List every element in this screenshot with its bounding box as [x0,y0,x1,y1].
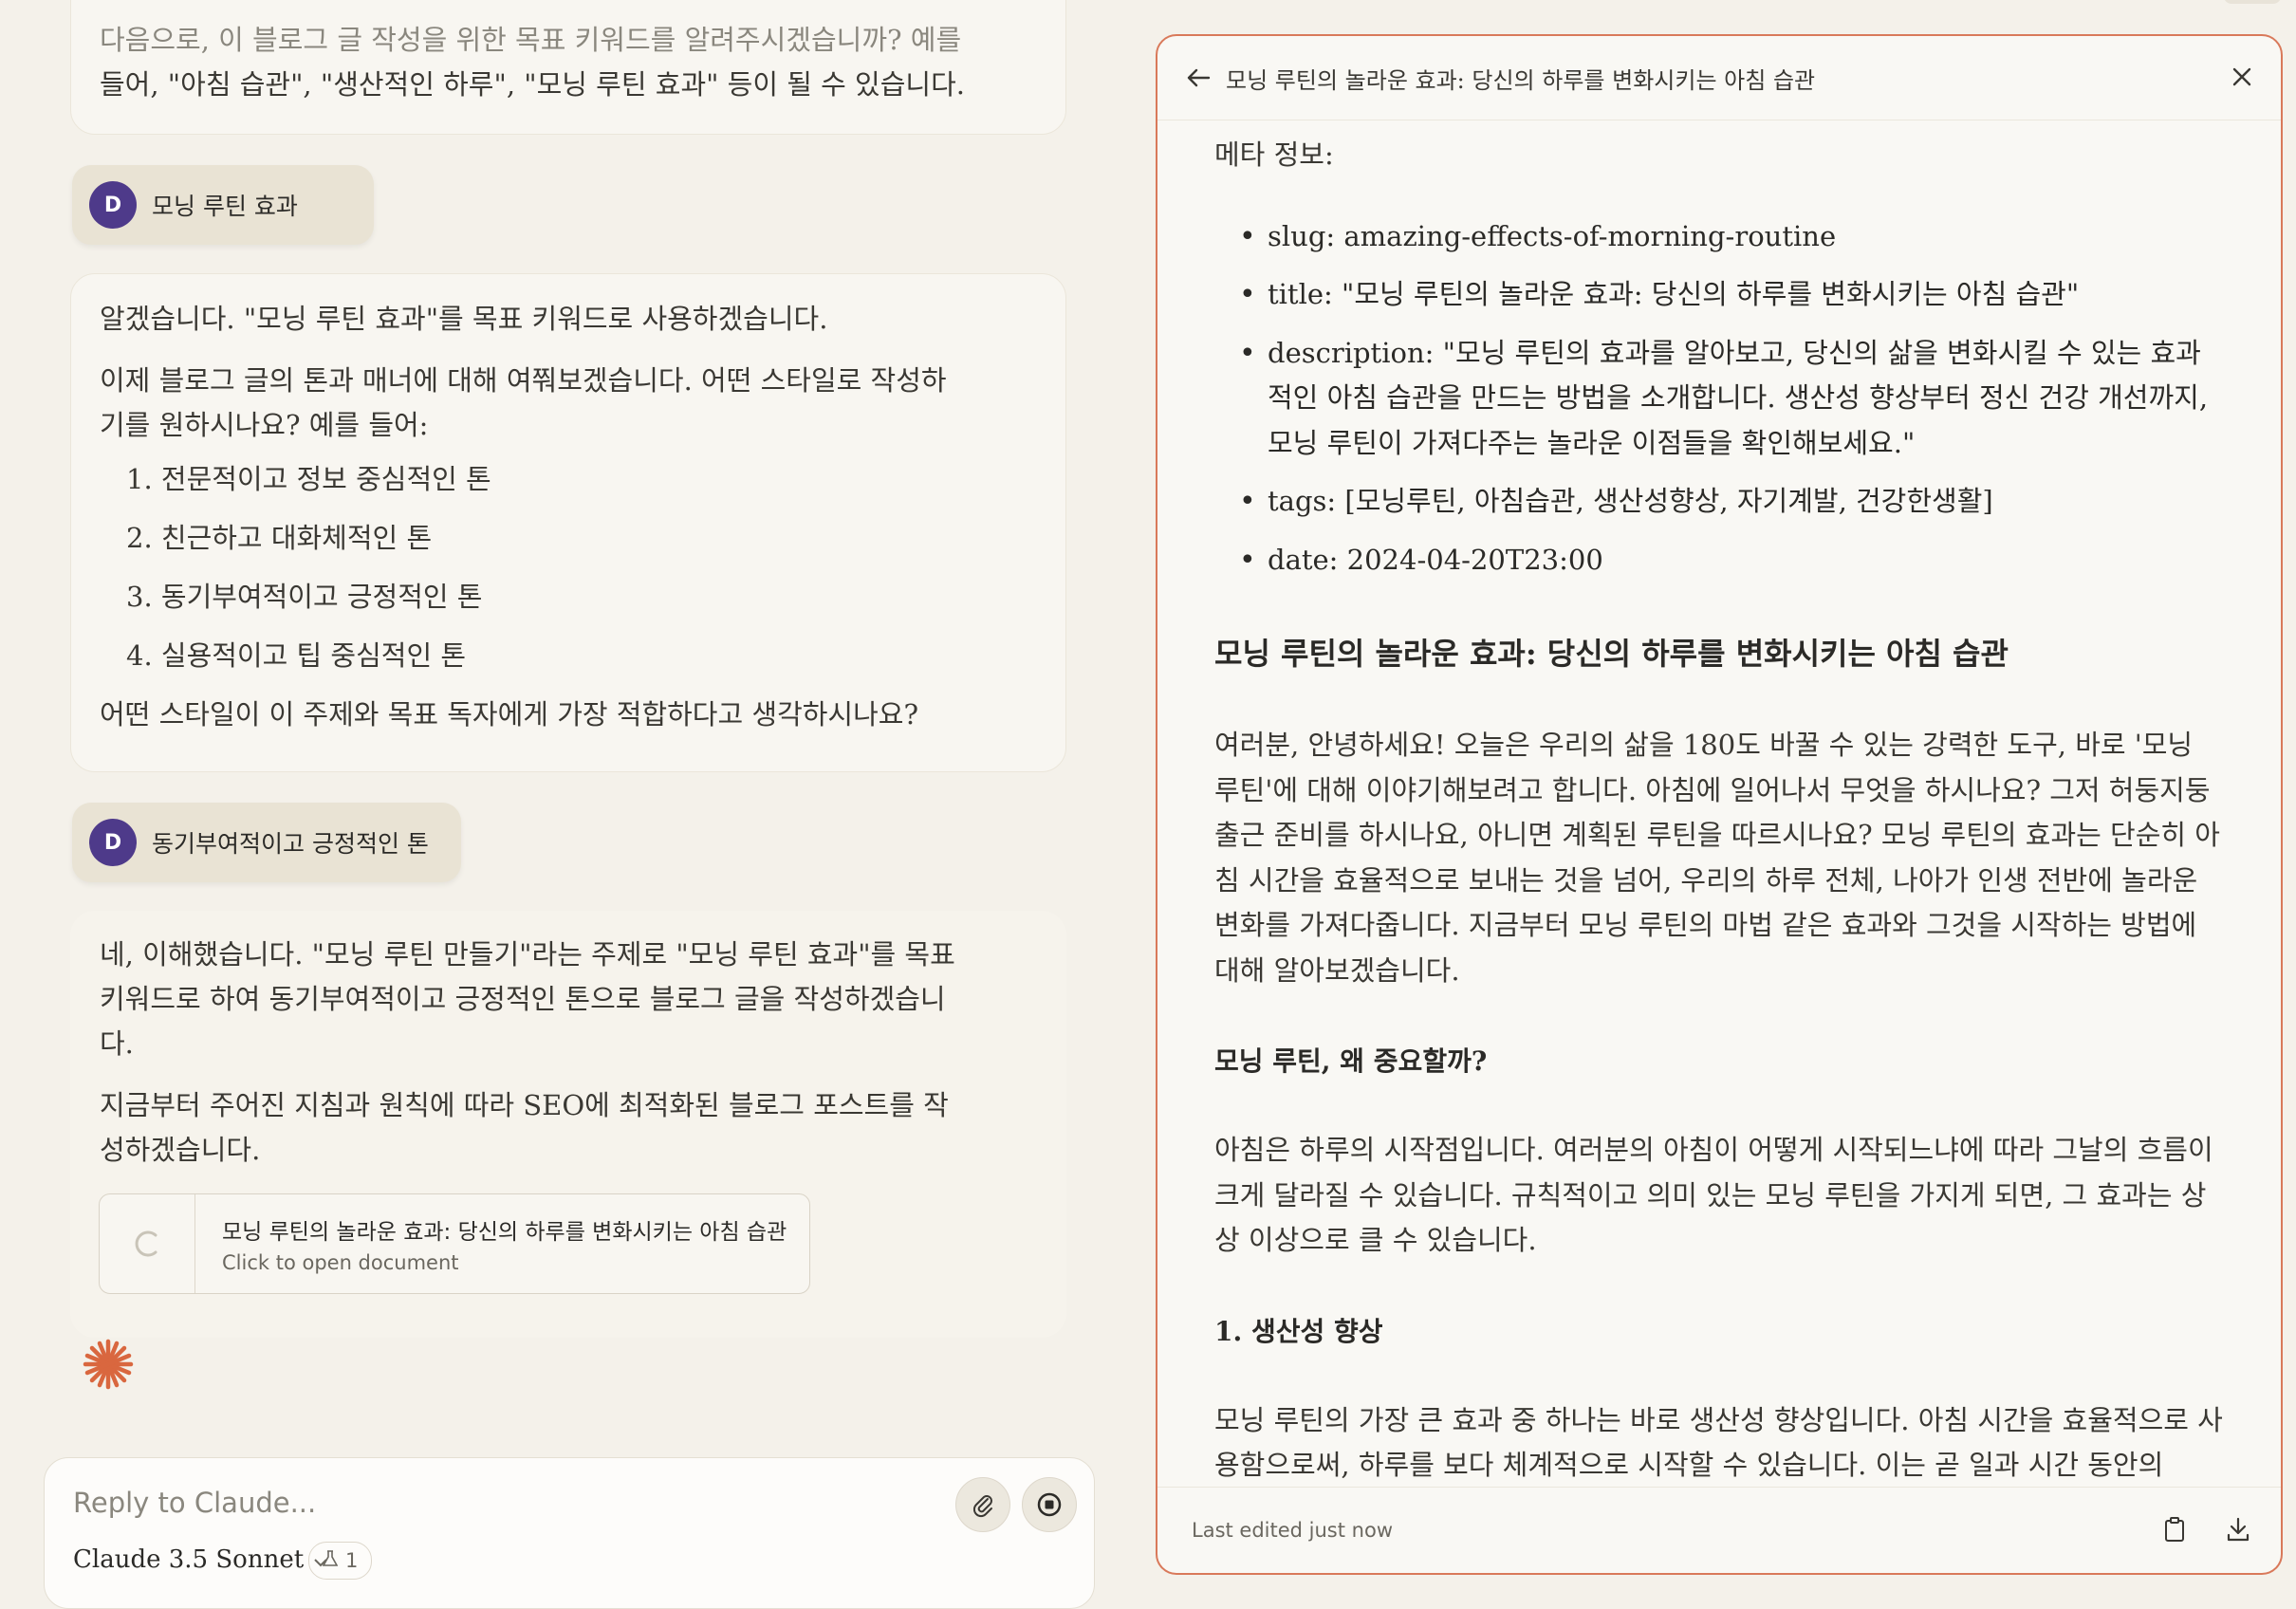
message-line: 이제 블로그 글의 톤과 매너에 대해 여쭤보겠습니다. 어떤 스타일로 작성하 [100,364,947,397]
user-message: D 모닝 루틴 효과 [72,165,374,245]
article-heading: 모닝 루틴의 놀라운 효과: 당신의 하루를 변화시키는 아침 습관 [1214,636,2009,672]
user-message-text: 모닝 루틴 효과 [152,193,298,220]
stop-button[interactable] [1022,1477,1077,1532]
flask-icon [322,1549,339,1572]
close-icon[interactable] [2231,66,2252,87]
reply-input-box[interactable]: Reply to Claude... Claude 3.5 Sonnet 1 [44,1457,1095,1609]
message-line: 다. [100,1027,134,1060]
user-avatar: D [89,181,137,229]
back-arrow-icon[interactable] [1186,67,1211,88]
meta-list: slug: amazing-effects-of-morning-routine… [1214,214,2224,583]
article-paragraph: 여러분, 안녕하세요! 오늘은 우리의 삶을 180도 바꿀 수 있는 강력한 … [1214,729,2220,987]
tone-options-list: 1. 전문적이고 정보 중심적인 톤 2. 친근하고 대화체적인 톤 3. 동기… [100,457,1065,678]
reply-input[interactable]: Reply to Claude... [73,1487,316,1519]
artifact-title: 모닝 루틴의 놀라운 효과: 당신의 하루를 변화시키는 아침 습관 [1226,66,1816,94]
meta-item: title: "모닝 루틴의 놀라운 효과: 당신의 하루를 변화시키는 아침 … [1214,272,2224,318]
message-line: 기를 원하시나요? 예를 들어: [100,409,429,441]
message-line: 키워드로 하여 동기부여적이고 긍정적인 톤으로 블로그 글을 작성하겠습니 [100,983,946,1015]
article-paragraph: 아침은 하루의 시작점입니다. 여러분의 아침이 어떻게 시작되느냐에 따라 그… [1214,1134,2213,1256]
assistant-message: 다음으로, 이 블로그 글 작성을 위한 목표 키워드를 알려주시겠습니까? 예… [70,0,1066,135]
document-card-title: 모닝 루틴의 놀라운 효과: 당신의 하루를 변화시키는 아침 습관 [222,1220,787,1245]
message-line: 지금부터 주어진 지침과 원칙에 따라 SEO에 최적화된 블로그 포스트를 작 [100,1089,949,1121]
section-heading: 1. 생산성 향상 [1214,1315,1383,1347]
meta-item: tags: [모닝루틴, 아침습관, 생산성향상, 자기계발, 건강한생활] [1214,479,2224,525]
meta-item: description: "모닝 루틴의 효과를 알아보고, 당신의 삶을 변화… [1214,331,2224,467]
loading-spinner-icon [100,1194,195,1293]
download-icon[interactable] [2226,1516,2250,1543]
section-heading: 모닝 루틴, 왜 중요할까? [1214,1045,1488,1077]
model-selector[interactable]: Claude 3.5 Sonnet [73,1545,328,1574]
attach-button[interactable] [955,1477,1010,1532]
tone-option: 2. 친근하고 대화체적인 톤 [126,522,433,554]
project-knowledge-badge[interactable]: 1 [308,1542,373,1580]
artifact-document-card[interactable]: 모닝 루틴의 놀라운 효과: 당신의 하루를 변화시키는 아침 습관 Click… [99,1193,810,1294]
tone-option: 3. 동기부여적이고 긍정적인 톤 [126,581,483,613]
tone-option: 4. 실용적이고 팁 중심적인 톤 [126,639,467,672]
paperclip-icon [972,1495,992,1518]
artifact-header: 모닝 루틴의 놀라운 효과: 당신의 하루를 변화시키는 아침 습관 [1157,36,2281,120]
document-card-subtitle: Click to open document [222,1251,459,1274]
copy-icon[interactable] [2163,1516,2186,1543]
message-line: 네, 이해했습니다. "모닝 루틴 만들기"라는 주제로 "모닝 루틴 효과"를… [100,938,955,971]
artifact-panel: 모닝 루틴의 놀라운 효과: 당신의 하루를 변화시키는 아침 습관 메타 정보… [1156,34,2283,1575]
user-message: D 동기부여적이고 긍정적인 톤 [72,803,461,882]
top-corner-chip [2224,0,2281,4]
stop-icon [1037,1492,1062,1517]
last-edited-status: Last edited just now [1192,1519,1393,1542]
model-name: Claude 3.5 Sonnet [73,1545,305,1574]
meta-heading: 메타 정보: [1214,139,1334,171]
article-paragraph: 모닝 루틴의 가장 큰 효과 중 하나는 바로 생산성 향상입니다. 아침 시간… [1214,1403,2223,1482]
message-paragraph: 알겠습니다. "모닝 루틴 효과"를 목표 키워드로 사용하겠습니다. [100,303,828,335]
message-paragraph: 어떤 스타일이 이 주제와 목표 독자에게 가장 적합하다고 생각하시나요? [100,698,919,731]
assistant-message: 알겠습니다. "모닝 루틴 효과"를 목표 키워드로 사용하겠습니다. 이제 블… [70,273,1066,772]
artifact-content: 메타 정보: slug: amazing-effects-of-morning-… [1214,120,2224,1488]
tone-option: 1. 전문적이고 정보 중심적인 톤 [126,463,491,495]
artifact-footer: Last edited just now [1157,1487,2281,1573]
user-avatar: D [89,819,137,866]
meta-item: date: 2024-04-20T23:00 [1214,538,2224,583]
message-line: 들어, "아침 습관", "생산적인 하루", "모닝 루틴 효과" 등이 될 … [100,68,965,101]
message-line: 다음으로, 이 블로그 글 작성을 위한 목표 키워드를 알려주시겠습니까? 예… [100,24,962,56]
claude-spark-icon [82,1338,135,1395]
meta-item: slug: amazing-effects-of-morning-routine [1214,214,2224,260]
message-line: 성하겠습니다. [100,1134,261,1166]
chat-pane: 다음으로, 이 블로그 글 작성을 위한 목표 키워드를 알려주시겠습니까? 예… [0,0,1120,1609]
user-message-text: 동기부여적이고 긍정적인 톤 [152,830,429,858]
badge-count: 1 [345,1549,359,1572]
